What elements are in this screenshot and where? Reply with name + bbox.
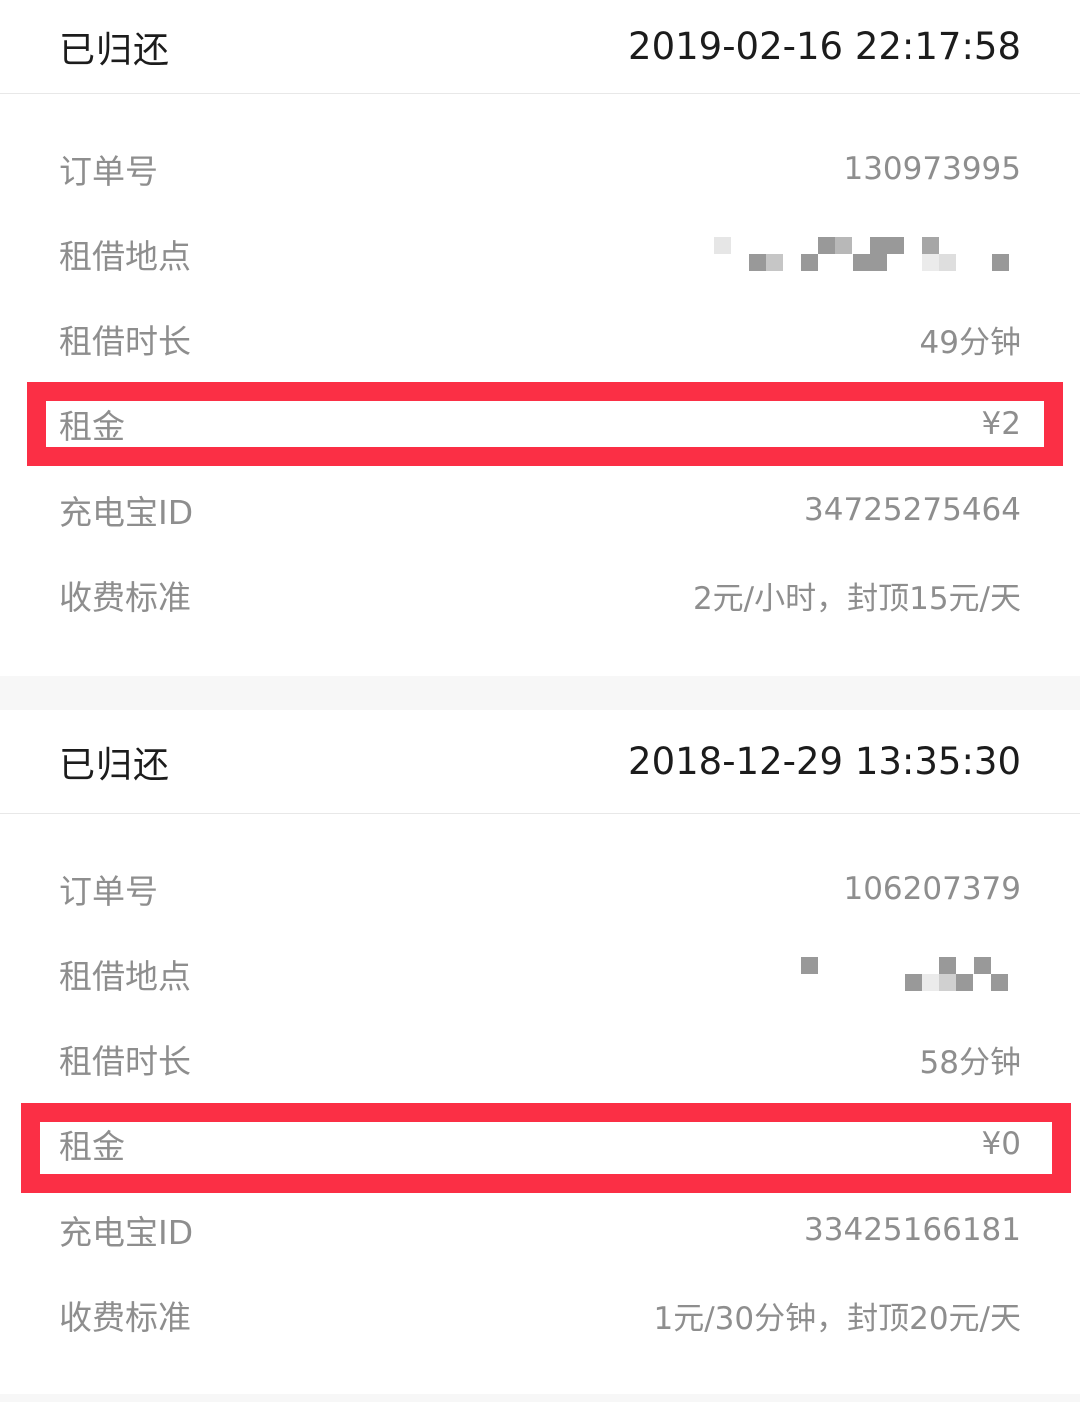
value-rental-duration: 58分钟: [919, 1044, 1021, 1081]
row-rent: 租金 ¥2: [0, 394, 1080, 454]
row-rental-duration: 租借时长 49分钟: [0, 309, 1080, 369]
row-powerbank-id: 充电宝ID 33425166181: [0, 1200, 1080, 1260]
row-pricing: 收费标准 1元/30分钟，封顶20元/天: [0, 1285, 1080, 1345]
value-pricing: 2元/小时，封顶15元/天: [692, 580, 1021, 617]
label-rent: 租金: [59, 1127, 125, 1166]
row-rental-duration: 租借时长 58分钟: [0, 1029, 1080, 1089]
order-header: 已归还 2018-12-29 13:35:30: [0, 710, 1080, 814]
row-powerbank-id: 充电宝ID 34725275464: [0, 480, 1080, 540]
order-status: 已归还: [59, 744, 171, 786]
return-time: 2019-02-16 22:17:58: [628, 25, 1021, 68]
order-header: 已归还 2019-02-16 22:17:58: [0, 0, 1080, 94]
label-pricing: 收费标准: [59, 578, 191, 617]
row-rent: 租金 ¥0: [0, 1114, 1080, 1174]
value-powerbank-id: 33425166181: [804, 1212, 1021, 1248]
value-order-number: 130973995: [843, 151, 1021, 187]
label-powerbank-id: 充电宝ID: [59, 1213, 194, 1252]
label-order-number: 订单号: [59, 152, 158, 191]
order-card: 已归还 2018-12-29 13:35:30 订单号 106207379 租借…: [0, 710, 1080, 1394]
value-powerbank-id: 34725275464: [804, 492, 1021, 528]
label-rental-location: 租借地点: [59, 957, 191, 996]
label-order-number: 订单号: [59, 872, 158, 911]
value-rent: ¥0: [981, 1126, 1021, 1162]
label-powerbank-id: 充电宝ID: [59, 493, 194, 532]
value-pricing: 1元/30分钟，封顶20元/天: [653, 1300, 1021, 1337]
value-order-number: 106207379: [843, 871, 1021, 907]
pixelated-location-value: [701, 224, 1021, 284]
value-rent: ¥2: [981, 406, 1021, 442]
label-rental-location: 租借地点: [59, 237, 191, 276]
pixelated-location-value: [801, 944, 1021, 1004]
order-status: 已归还: [59, 29, 171, 71]
row-order-number: 订单号 130973995: [0, 139, 1080, 199]
label-rental-duration: 租借时长: [59, 1042, 191, 1081]
label-pricing: 收费标准: [59, 1298, 191, 1337]
row-order-number: 订单号 106207379: [0, 859, 1080, 919]
row-rental-location: 租借地点: [0, 944, 1080, 1004]
value-rental-duration: 49分钟: [919, 324, 1021, 361]
label-rental-duration: 租借时长: [59, 322, 191, 361]
row-rental-location: 租借地点: [0, 224, 1080, 284]
return-time: 2018-12-29 13:35:30: [628, 740, 1021, 783]
label-rent: 租金: [59, 407, 125, 446]
row-pricing: 收费标准 2元/小时，封顶15元/天: [0, 565, 1080, 625]
order-card: 已归还 2019-02-16 22:17:58 订单号 130973995 租借…: [0, 0, 1080, 676]
